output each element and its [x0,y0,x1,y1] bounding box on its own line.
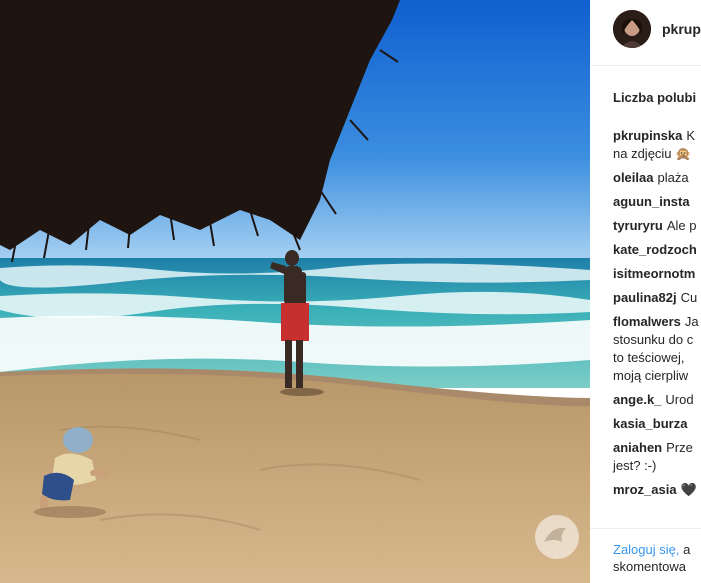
post-username[interactable]: pkrup [662,21,701,37]
comment-author[interactable]: pkrupinska [613,128,682,143]
comment-text: Ale p [666,218,697,233]
comment-author[interactable]: ange.k_ [613,392,661,407]
list-item: kate_rodzoch [613,241,701,259]
login-line2: skomentowa [613,559,686,574]
comment-text: 🖤 [680,482,697,497]
comment-text: Urod [665,392,694,407]
comments-fade [590,510,701,528]
comment-text: Prze [666,440,693,455]
post-side-panel: pkrup Liczba polubi pkrupinska K na zdjęc… [590,0,701,583]
list-item: isitmeornotm [613,265,701,283]
comment-author[interactable]: flomalwers [613,314,681,329]
comment-text: K [686,128,696,143]
list-item: ange.k_ Urod [613,391,701,409]
list-item: pkrupinska K na zdjęciu 🙊 [613,127,701,163]
comment-author[interactable]: tyruryru [613,218,663,233]
likes-count[interactable]: Liczba polubi [613,90,696,105]
comment-author[interactable]: kate_rodzoch [613,242,697,257]
list-item: tyruryru Ale p [613,217,701,235]
list-item: aguun_insta [613,193,701,211]
bird-logo-icon [532,512,582,562]
login-text: Zaloguj się, a skomentowa [613,541,690,575]
comment-author[interactable]: oleilaa [613,170,653,185]
comment-text-line: na zdjęciu 🙊 [613,146,692,161]
beach-scene [0,0,590,583]
post-photo[interactable] [0,0,590,583]
avatar[interactable] [613,10,651,48]
comment-text: Ja [684,314,699,329]
comment-author[interactable]: aniahen [613,440,662,455]
list-item: aniahen Prze jest? :-) [613,439,701,475]
list-item: flomalwers Ja stosunku do c to teściowej,… [613,313,701,385]
list-item: kasia_burza [613,415,701,433]
login-link[interactable]: Zaloguj się, [613,542,679,557]
login-rest: a [683,542,691,557]
comment-text-line: jest? :-) [613,458,657,473]
comment-author[interactable]: isitmeornotm [613,266,695,281]
comment-text: plaża [657,170,689,185]
comment-text-line: moją cierpliw [613,368,689,383]
comment-text: Cu [680,290,698,305]
comment-author[interactable]: mroz_asia [613,482,677,497]
comment-text-line: to teściowej, [613,350,685,365]
list-item: mroz_asia 🖤 [613,481,701,499]
post-header: pkrup [590,0,701,66]
list-item: oleilaa plaża [613,169,701,187]
comment-author[interactable]: paulina82j [613,290,677,305]
list-item: paulina82j Cu [613,289,701,307]
login-prompt: Zaloguj się, a skomentowa [590,528,701,583]
comment-author[interactable]: aguun_insta [613,194,690,209]
comment-text-line: stosunku do c [613,332,694,347]
comments-list: pkrupinska K na zdjęciu 🙊 oleilaa plaża ag… [613,127,701,505]
comment-author[interactable]: kasia_burza [613,416,687,431]
